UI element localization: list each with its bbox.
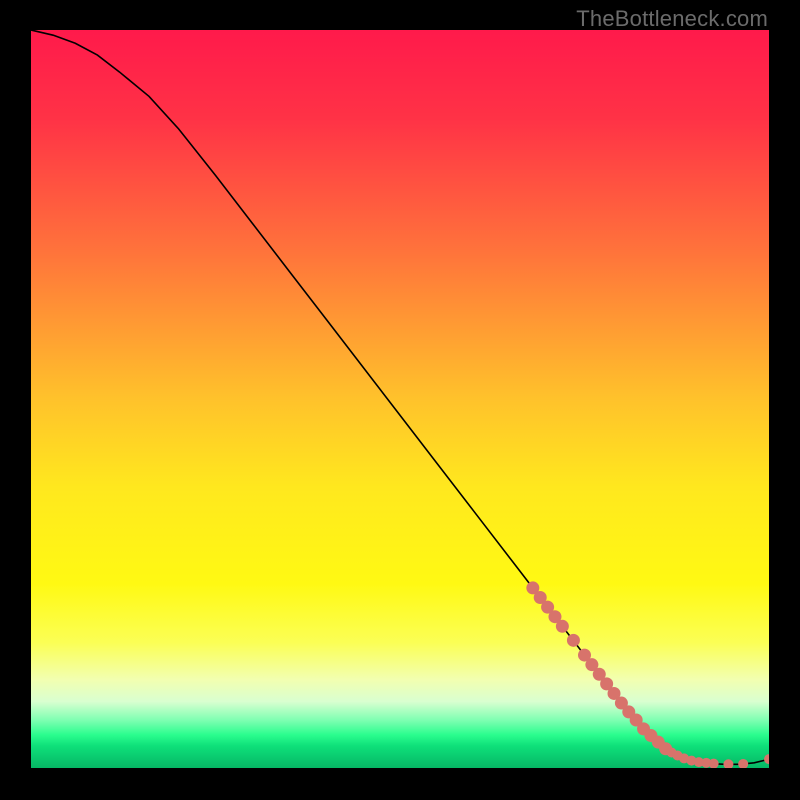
chart-marker-dot [567, 634, 580, 647]
chart-marker-dot [556, 620, 569, 633]
watermark-text: TheBottleneck.com [576, 6, 768, 32]
chart-plot-area [31, 30, 769, 768]
chart-stage: TheBottleneck.com [0, 0, 800, 800]
chart-svg [31, 30, 769, 768]
chart-background [31, 30, 769, 768]
